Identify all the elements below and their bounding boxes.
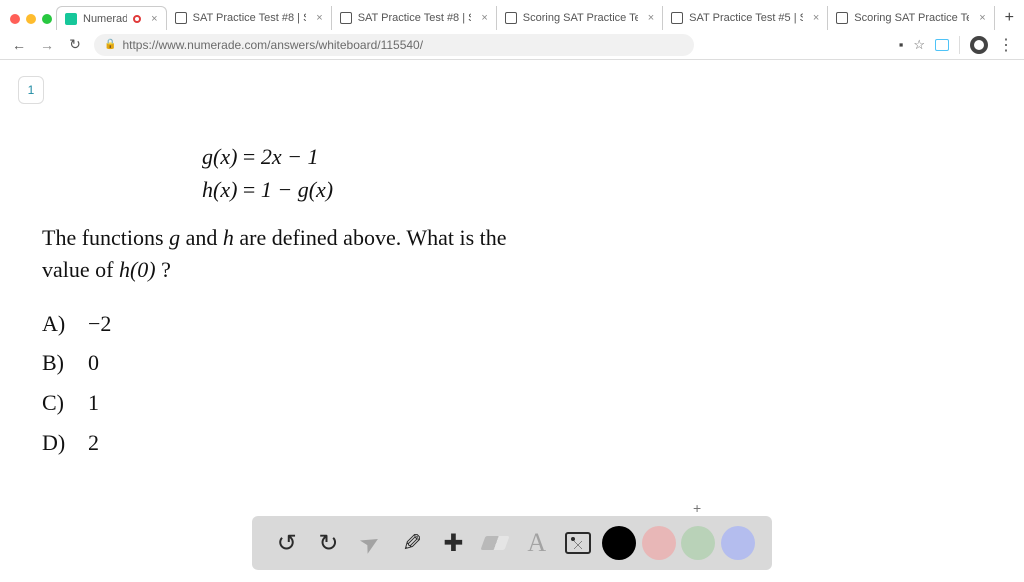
tab-title: SAT Practice Test #8 | SA: [193, 12, 307, 24]
eraser-tool-button[interactable]: [477, 525, 513, 561]
whiteboard-toolbar: ↺ ↻ ➤ ✎ ✚ A: [252, 516, 772, 570]
cast-icon[interactable]: [935, 39, 949, 51]
tab-title: Scoring SAT Practice Test: [854, 12, 969, 24]
minimize-window-button[interactable]: [26, 14, 36, 24]
page-content: 1 g(x) = 2x − 1 h(x) = 1 − g(x) The func…: [0, 60, 1024, 582]
color-green-button[interactable]: [681, 526, 715, 560]
tab-title: SAT Practice Test #5 | SA: [689, 12, 803, 24]
choice-value: −2: [88, 304, 111, 344]
choice-letter: D): [42, 423, 88, 463]
equation-g: g(x) = 2x − 1: [202, 140, 724, 173]
camera-icon[interactable]: ▪: [899, 37, 904, 52]
recording-indicator-icon: [133, 15, 141, 23]
choice-d: D)2: [42, 423, 724, 463]
answer-choices: A)−2 B)0 C)1 D)2: [42, 304, 724, 462]
address-url: https://www.numerade.com/answers/whitebo…: [122, 38, 423, 52]
new-tab-button[interactable]: +: [995, 9, 1024, 27]
eq-lhs: g(x): [202, 144, 237, 169]
add-button[interactable]: ✚: [435, 525, 471, 561]
close-window-button[interactable]: [10, 14, 20, 24]
tab-scoring-b[interactable]: Scoring SAT Practice Test ×: [828, 6, 994, 30]
choice-c: C)1: [42, 383, 724, 423]
tab-close-icon[interactable]: ×: [481, 12, 487, 24]
eq-equals: =: [237, 177, 260, 202]
browser-tabstrip: Numerade × SAT Practice Test #8 | SA × S…: [56, 6, 1024, 30]
prompt-text: ?: [156, 257, 171, 282]
tab-title: Numerade: [83, 13, 127, 25]
prompt-text: and: [180, 225, 223, 250]
undo-button[interactable]: ↺: [269, 525, 305, 561]
eq-rhs: 2x − 1: [261, 144, 319, 169]
favicon-kh: [505, 12, 517, 24]
color-blue-button[interactable]: [721, 526, 755, 560]
tab-sat-8-b[interactable]: SAT Practice Test #8 | SA ×: [332, 6, 497, 30]
favicon-kh: [671, 12, 683, 24]
window-controls: [10, 14, 52, 24]
tab-close-icon[interactable]: ×: [979, 12, 985, 24]
expr-h0: h(0): [119, 257, 156, 282]
choice-letter: A): [42, 304, 88, 344]
text-icon: A: [527, 528, 546, 558]
choice-value: 0: [88, 343, 99, 383]
eq-equals: =: [237, 144, 260, 169]
browser-toolbar: ← → ↻ 🔒 https://www.numerade.com/answers…: [0, 30, 1024, 60]
equation-h: h(x) = 1 − g(x): [202, 173, 724, 206]
browser-menu-button[interactable]: ⋮: [998, 35, 1014, 55]
tab-scoring-a[interactable]: Scoring SAT Practice Test ×: [497, 6, 663, 30]
problem-prompt: The functions g and h are defined above.…: [42, 222, 724, 286]
choice-value: 1: [88, 383, 99, 423]
tab-sat-8-a[interactable]: SAT Practice Test #8 | SA ×: [167, 6, 332, 30]
favicon-numerade: [65, 13, 77, 25]
choice-letter: B): [42, 343, 88, 383]
forward-button[interactable]: →: [38, 37, 56, 53]
tab-title: SAT Practice Test #8 | SA: [358, 12, 472, 24]
image-tool-button[interactable]: [560, 525, 596, 561]
toolbar-divider: [959, 36, 960, 54]
color-black-button[interactable]: [602, 526, 636, 560]
back-button[interactable]: ←: [10, 37, 28, 53]
pencil-tool-button[interactable]: ✎: [394, 525, 430, 561]
var-g: g: [169, 225, 180, 250]
tab-close-icon[interactable]: ×: [813, 12, 819, 24]
tab-numerade[interactable]: Numerade ×: [56, 6, 167, 30]
choice-b: B)0: [42, 343, 724, 383]
color-red-button[interactable]: [642, 526, 676, 560]
eq-lhs: h(x): [202, 177, 237, 202]
favicon-kh: [175, 12, 187, 24]
tab-title: Scoring SAT Practice Test: [523, 12, 638, 24]
eq-rhs: 1 − g(x): [261, 177, 333, 202]
lock-icon: 🔒: [104, 39, 116, 50]
profile-avatar-icon[interactable]: [970, 36, 988, 54]
favicon-kh: [836, 12, 848, 24]
choice-letter: C): [42, 383, 88, 423]
choice-a: A)−2: [42, 304, 724, 344]
tab-close-icon[interactable]: ×: [151, 13, 157, 25]
prompt-text: value of: [42, 257, 119, 282]
cursor-crosshair-icon: +: [693, 500, 701, 516]
var-h: h: [223, 225, 234, 250]
maximize-window-button[interactable]: [42, 14, 52, 24]
whiteboard-tab-1[interactable]: 1: [18, 76, 44, 104]
tab-close-icon[interactable]: ×: [648, 12, 654, 24]
bookmark-star-icon[interactable]: ☆: [913, 37, 925, 53]
favicon-kh: [340, 12, 352, 24]
reload-button[interactable]: ↻: [66, 36, 84, 53]
address-bar[interactable]: 🔒 https://www.numerade.com/answers/white…: [94, 34, 694, 56]
prompt-text: The functions: [42, 225, 169, 250]
whiteboard-tab-label: 1: [28, 83, 35, 97]
redo-button[interactable]: ↻: [310, 525, 346, 561]
eraser-icon: [481, 536, 510, 550]
image-icon: [565, 532, 591, 554]
tab-sat-5[interactable]: SAT Practice Test #5 | SA ×: [663, 6, 828, 30]
text-tool-button[interactable]: A: [519, 525, 555, 561]
tab-close-icon[interactable]: ×: [316, 12, 322, 24]
pointer-tool-button[interactable]: ➤: [346, 518, 395, 567]
choice-value: 2: [88, 423, 99, 463]
equations: g(x) = 2x − 1 h(x) = 1 − g(x): [202, 140, 724, 206]
problem-container: g(x) = 2x − 1 h(x) = 1 − g(x) The functi…: [42, 140, 724, 462]
prompt-text: are defined above. What is the: [234, 225, 507, 250]
